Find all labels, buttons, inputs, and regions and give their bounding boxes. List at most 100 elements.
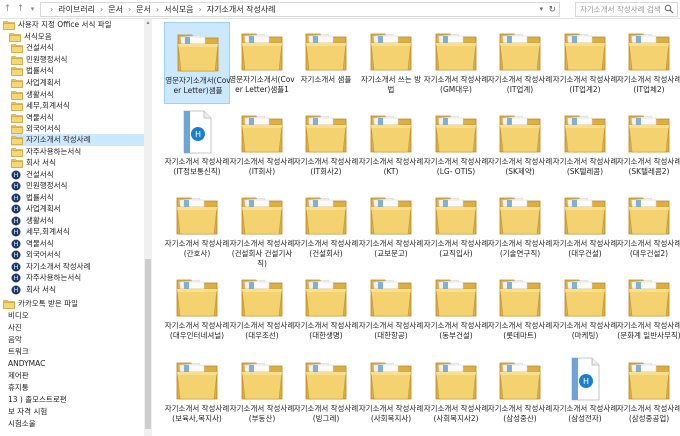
sidebar-item[interactable]: H 민원행정서식 [11,180,67,192]
file-tile[interactable]: 자기소개서 작성사례(대우인터네셔널) [164,268,230,350]
sidebar-item[interactable]: H 생활서식 [11,215,54,227]
recent-drop-icon[interactable]: ▾ [27,3,38,16]
file-tile[interactable]: 자기소개서 작성사례(SK텔레콤) [552,104,618,186]
sidebar-item[interactable]: H 법률서식 [11,192,54,204]
file-tile[interactable]: 자기소개서 작성사례(대우건설2) [616,186,680,268]
file-tile[interactable]: 자기소개서 작성사례(보육사,복지사) [164,351,230,433]
file-tile[interactable]: 자기소개서 작성사례(건설회사) [293,186,359,268]
sidebar-item[interactable]: 보 자격 시험 [0,406,47,418]
sidebar-item[interactable]: 건설서식 [11,42,54,54]
sidebar-item[interactable]: 사진 [0,322,22,334]
sidebar-item[interactable]: 생활서식 [11,89,54,101]
file-tile[interactable]: 자기소개서 작성사례(GM대우) [423,22,489,104]
file-tile[interactable]: 자기소개서 작성사례(IT업체2) [616,22,680,104]
file-tile[interactable]: 자기소개서 작성사례(IT업계) [487,22,553,104]
file-tile[interactable]: 자기소개서 작성사례(IT회사2) [293,104,359,186]
sidebar-item[interactable]: 자기소개서 작성사례 [11,134,144,146]
sidebar-item[interactable]: 카카오톡 받은 파일 [3,298,78,310]
file-tile[interactable]: 자기소개서 작성사례(삼성중산) [487,351,553,433]
file-tile[interactable]: 자기소개서 작성사례(IT회사) [229,104,295,186]
sidebar-item[interactable]: 비디오 [0,310,29,322]
sidebar-item[interactable]: H 자기소개서 작성사례 [11,261,90,273]
sidebar-item[interactable]: 자주사용하는서식 [11,146,81,158]
sidebar-item[interactable]: H 세무,회계서식 [11,226,70,238]
file-tile[interactable]: 자기소개서 작성사례(사회복지사2) [423,351,489,433]
sidebar-item[interactable]: 역물서식 [11,112,54,124]
sidebar-item[interactable]: H 회사 서식 [11,284,56,296]
file-tile[interactable]: 자기소개서 샘플 [293,22,359,104]
sidebar-item[interactable]: 서식모음 [9,31,52,43]
file-tile[interactable]: 자기소개서 작성사례(간호사) [164,186,230,268]
sidebar-item[interactable]: 제어판 [0,370,29,382]
file-tile[interactable]: 자기소개서 작성사례(LG- OTIS) [423,104,489,186]
sidebar-item[interactable]: 시험소울 [0,418,36,430]
file-tile[interactable]: 자기소개서 쓰는 방법 [358,22,424,104]
sidebar-item[interactable]: 휴지통 [0,382,29,394]
file-tile[interactable]: 자기소개서 작성사례(대한생명) [293,268,359,350]
breadcrumb[interactable]: › 라이브러리 › 문서 › 문서 › 서식모음 › 자기소개서 작성사례 ▾ ↻ [40,2,560,17]
sidebar-item[interactable]: 회사 서식 [11,157,56,169]
sidebar-item[interactable]: H 사업계획서 [11,203,61,215]
file-tile[interactable]: 자기소개서 작성사례(문화계 일반사무직) [616,268,680,350]
folder-icon [561,190,609,238]
sidebar-item[interactable]: 사용자 지정 Office 서식 파일 [3,19,112,31]
file-tile[interactable]: 영문자기소개서(Cover Letter)샘플1 [229,22,295,104]
sidebar-scrollbar[interactable]: ▴ [144,19,152,436]
file-tile[interactable]: 자기소개서 작성사례(대우건설) [552,186,618,268]
sidebar-item[interactable]: 민원행정서식 [11,54,67,66]
file-tile[interactable]: 자기소개서 작성사례(롯데마트) [487,268,553,350]
file-tile[interactable]: 자기소개서 작성사례(동부건설) [423,268,489,350]
file-tile[interactable]: 자기소개서 작성사례(삼성중공업) [616,351,680,433]
file-tile[interactable]: 자기소개서 작성사례(교보문고) [358,186,424,268]
back-arrow-icon[interactable]: ↑ [2,3,13,16]
sidebar-item[interactable]: 외국어서식 [11,123,61,135]
file-tile[interactable]: 자기소개서 작성사례(SK텔레콤2) [616,104,680,186]
file-tile[interactable]: 자기소개서 작성사례(사회복지사) [358,351,424,433]
file-tile[interactable]: H 자기소개서 작성사례(IT정보통신직) [164,104,230,186]
sidebar-scroll-thumb[interactable] [145,259,151,429]
sidebar-item[interactable]: H 건설서식 [11,169,54,181]
search-icon[interactable] [664,4,674,14]
file-tile[interactable]: H 자기소개서 작성사례(삼성전자) [552,351,618,433]
breadcrumb-item[interactable]: 라이브러리 [58,4,95,15]
file-tile[interactable]: 영문자기소개서(Cover Letter)샘플 [164,22,231,104]
breadcrumb-separator-icon[interactable]: › [199,5,202,14]
file-tile[interactable]: 자기소개서 작성사례(마케팅) [552,268,618,350]
breadcrumb-separator-icon[interactable]: › [128,5,131,14]
sidebar-item[interactable]: 사업계획서 [11,77,61,89]
sidebar-item[interactable]: H 자주사용하는서식 [11,272,81,284]
file-tile[interactable]: 자기소개서 작성사례(SK제약) [487,104,553,186]
file-tile[interactable]: 자기소개서 작성사례(교직입사) [423,186,489,268]
file-tile[interactable]: 자기소개서 작성사례(건설회사 건설기사직) [229,186,295,268]
breadcrumb-separator-icon[interactable]: › [100,5,103,14]
sidebar-item[interactable]: 세무,회계서식 [11,100,70,112]
sidebar-item[interactable]: H 역물서식 [11,238,54,250]
scroll-up-icon[interactable]: ▴ [144,19,152,27]
breadcrumb-separator-icon[interactable]: › [156,5,159,14]
file-tile[interactable]: 자기소개서 작성사례(빙그레) [293,351,359,433]
file-tile[interactable]: 자기소개서 작성사례(부동산) [229,351,295,433]
breadcrumb-item[interactable]: 문서 [136,4,151,15]
sidebar-item[interactable]: 13 ) 졸모스트로편 [0,394,67,406]
search-box[interactable] [575,2,678,17]
address-dropdown-icon[interactable]: ▾ [539,3,543,16]
breadcrumb-item[interactable]: 문서 [108,4,123,15]
breadcrumb-separator-icon[interactable]: › [50,5,53,14]
file-tile[interactable]: 자기소개서 작성사례(IT업계2) [552,22,618,104]
up-arrow-icon[interactable]: ↑ [15,3,26,16]
file-tile[interactable]: 자기소개서 작성사례(기술연구직) [487,186,553,268]
search-input[interactable] [576,3,664,16]
folder-icon [302,26,350,74]
sidebar-item[interactable]: H 외국어서식 [11,249,61,261]
sidebar-item[interactable]: 음악 [0,334,22,346]
file-tile[interactable]: 자기소개서 작성사례(대우조선) [229,268,295,350]
refresh-icon[interactable]: ↻ [548,4,556,16]
sidebar-item[interactable]: ANDYMAC [0,358,45,370]
sidebar-item[interactable]: 법률서식 [11,65,54,77]
file-tile[interactable]: 자기소개서 작성사례(KT) [358,104,424,186]
sidebar-item[interactable]: 트워크 [0,346,29,358]
breadcrumb-item[interactable]: 자기소개서 작성사례 [207,4,276,15]
sidebar-item-label: ANDYMAC [8,359,46,369]
file-tile[interactable]: 자기소개서 작성사례(대한항공) [358,268,424,350]
breadcrumb-item[interactable]: 서식모음 [164,4,193,15]
